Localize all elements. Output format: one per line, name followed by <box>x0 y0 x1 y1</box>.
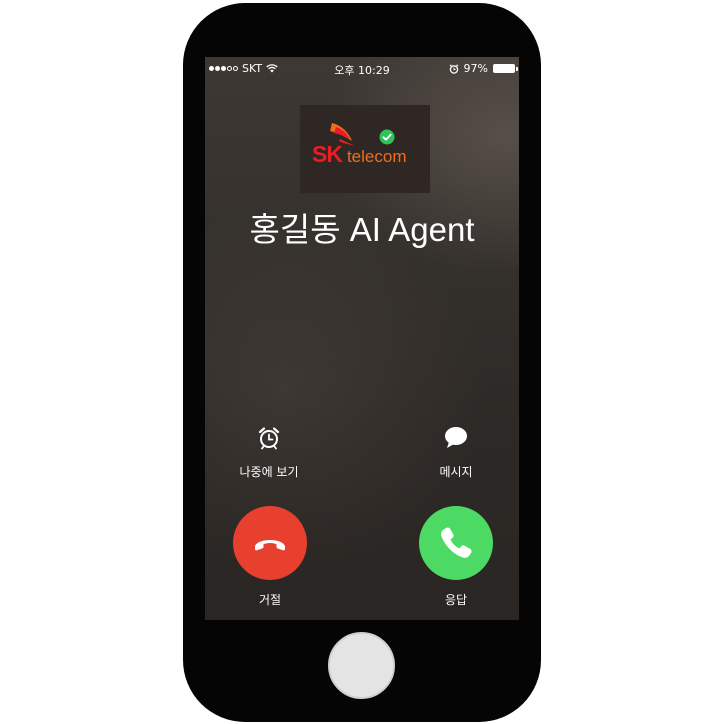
accept-label: 응답 <box>444 593 468 607</box>
alarm-icon <box>449 63 458 74</box>
message-label: 메시지 <box>439 465 473 479</box>
status-bar: SKT 오후 10:29 97% <box>205 57 519 81</box>
message-button[interactable]: 메시지 <box>406 425 506 480</box>
battery-icon <box>493 64 518 73</box>
caller-photo: SK telecom <box>300 105 430 193</box>
decline-button[interactable] <box>233 506 307 580</box>
alarm-clock-icon <box>258 427 280 450</box>
remind-label: 나중에 보기 <box>239 465 299 479</box>
decline-label: 거절 <box>258 593 282 607</box>
remind-me-later-button[interactable]: 나중에 보기 <box>219 425 319 480</box>
logo-telecom-text: telecom <box>346 147 407 166</box>
phone-handset-icon <box>441 527 472 558</box>
sk-telecom-logo: SK telecom <box>312 141 406 168</box>
logo-sk-text: SK <box>312 141 343 167</box>
battery-percent: 97% <box>463 62 488 75</box>
home-button[interactable] <box>328 632 395 699</box>
accept-button[interactable] <box>419 506 493 580</box>
hang-up-phone-icon <box>255 540 285 551</box>
status-right: 97% <box>449 62 518 75</box>
message-bubble-icon <box>445 427 467 448</box>
incoming-call-screen: SKT 오후 10:29 97% SK telecom 홍길동 AI Agent… <box>205 57 519 620</box>
caller-name: 홍길동 AI Agent <box>249 211 475 248</box>
